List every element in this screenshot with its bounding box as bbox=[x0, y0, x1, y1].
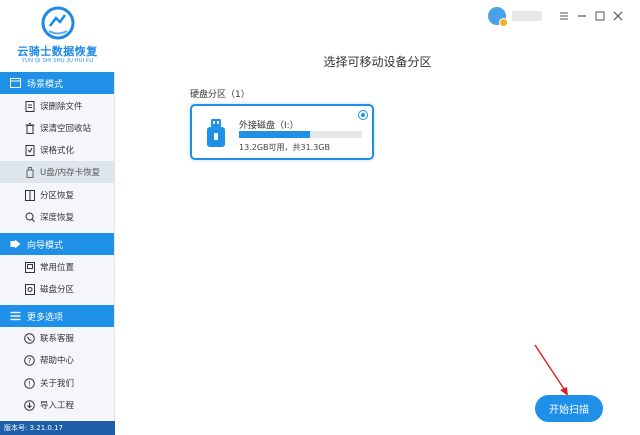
menu-icon bbox=[9, 310, 21, 322]
disk-usage-bar bbox=[239, 131, 362, 138]
sidebar-item-label: U盘/内存卡恢复 bbox=[40, 168, 101, 178]
vip-badge-icon bbox=[499, 18, 508, 27]
deep-scan-icon bbox=[24, 212, 35, 223]
section-title: 更多选项 bbox=[27, 312, 64, 323]
sidebar-item-common-locations[interactable]: 常用位置 bbox=[0, 256, 114, 278]
sidebar-item-format[interactable]: 误格式化 bbox=[0, 139, 114, 161]
sidebar-item-deleted-files[interactable]: 误删除文件 bbox=[0, 95, 114, 117]
partition-icon bbox=[24, 189, 35, 201]
sidebar-item-label: 常用位置 bbox=[40, 263, 75, 273]
section-header-more[interactable]: 更多选项 bbox=[0, 305, 114, 327]
info-icon: ! bbox=[24, 377, 35, 389]
format-icon bbox=[24, 144, 35, 156]
section-title: 向导模式 bbox=[27, 240, 64, 251]
recycle-bin-icon bbox=[24, 122, 35, 134]
maximize-icon[interactable] bbox=[592, 8, 608, 24]
sidebar-item-label: 帮助中心 bbox=[40, 356, 75, 366]
sidebar-item-label: 误清空回收站 bbox=[40, 124, 92, 134]
logo-icon bbox=[41, 6, 75, 40]
sidebar-item-label: 误格式化 bbox=[40, 146, 75, 156]
section-header-wizard[interactable]: 向导模式 bbox=[0, 233, 114, 255]
app-name: 云骑士数据恢复 bbox=[17, 45, 98, 58]
disk-name: 外接磁盘（I:） bbox=[239, 121, 299, 131]
location-icon bbox=[24, 261, 35, 273]
sidebar-item-disk-partition[interactable]: 磁盘分区 bbox=[0, 278, 114, 300]
sidebar-item-deep-recovery[interactable]: 深度恢复 bbox=[0, 206, 114, 228]
sidebar-item-help-center[interactable]: ? 帮助中心 bbox=[0, 349, 114, 371]
sidebar-item-partition[interactable]: 分区恢复 bbox=[0, 184, 114, 206]
sidebar-item-label: 误删除文件 bbox=[40, 102, 83, 112]
svg-text:?: ? bbox=[28, 357, 32, 365]
svg-text:!: ! bbox=[28, 380, 31, 388]
file-delete-icon bbox=[24, 100, 35, 112]
usb-card-icon bbox=[24, 166, 35, 178]
disk-icon bbox=[24, 283, 35, 295]
app-logo: 云骑士数据恢复 YUN QI SHI SHU JU HUI FU bbox=[0, 0, 115, 72]
minimize-icon[interactable] bbox=[574, 8, 590, 24]
import-icon bbox=[24, 399, 35, 411]
scenario-icon bbox=[9, 77, 21, 89]
radio-dot bbox=[361, 113, 365, 117]
disk-card[interactable]: 外接磁盘（I:） 13.2GB可用，共31.3GB bbox=[190, 104, 374, 160]
usb-drive-icon bbox=[207, 119, 225, 147]
avatar[interactable] bbox=[488, 7, 508, 27]
menu-icon[interactable] bbox=[556, 8, 572, 24]
sidebar-item-about-us[interactable]: ! 关于我们 bbox=[0, 372, 114, 394]
partition-section-label: 硬盘分区（1） bbox=[190, 90, 250, 100]
section-title: 场景模式 bbox=[27, 79, 64, 90]
sidebar: 云骑士数据恢复 YUN QI SHI SHU JU HUI FU 场景模式 误删… bbox=[0, 0, 115, 435]
sidebar-item-label: 联系客服 bbox=[40, 334, 75, 344]
app-name-pinyin: YUN QI SHI SHU JU HUI FU bbox=[21, 58, 94, 64]
disk-size-text: 13.2GB可用，共31.3GB bbox=[239, 143, 330, 152]
page-title: 选择可移动设备分区 bbox=[323, 55, 432, 69]
sidebar-item-label: 磁盘分区 bbox=[40, 285, 75, 295]
help-icon: ? bbox=[24, 354, 35, 366]
disk-usage-fill bbox=[239, 131, 311, 138]
sidebar-item-label: 深度恢复 bbox=[40, 213, 75, 223]
disk-select-radio[interactable] bbox=[358, 110, 368, 120]
support-icon bbox=[24, 332, 35, 344]
username-redacted bbox=[512, 11, 542, 21]
wizard-icon bbox=[9, 238, 21, 250]
title-bar bbox=[488, 6, 626, 27]
close-icon[interactable] bbox=[610, 8, 626, 24]
sidebar-item-usb-card[interactable]: U盘/内存卡恢复 bbox=[0, 161, 114, 183]
sidebar-item-label: 导入工程 bbox=[40, 401, 75, 411]
annotation-arrow-icon bbox=[534, 344, 568, 396]
sidebar-item-recycle-bin[interactable]: 误清空回收站 bbox=[0, 117, 114, 139]
version-label: 版本号: 3.21.0.17 bbox=[0, 421, 115, 435]
sidebar-item-import-project[interactable]: 导入工程 bbox=[0, 394, 114, 416]
start-scan-button[interactable]: 开始扫描 bbox=[535, 395, 603, 422]
section-header-scenario[interactable]: 场景模式 bbox=[0, 72, 114, 94]
sidebar-item-label: 关于我们 bbox=[40, 379, 75, 389]
sidebar-item-contact-support[interactable]: 联系客服 bbox=[0, 327, 114, 349]
sidebar-item-label: 分区恢复 bbox=[40, 191, 75, 201]
